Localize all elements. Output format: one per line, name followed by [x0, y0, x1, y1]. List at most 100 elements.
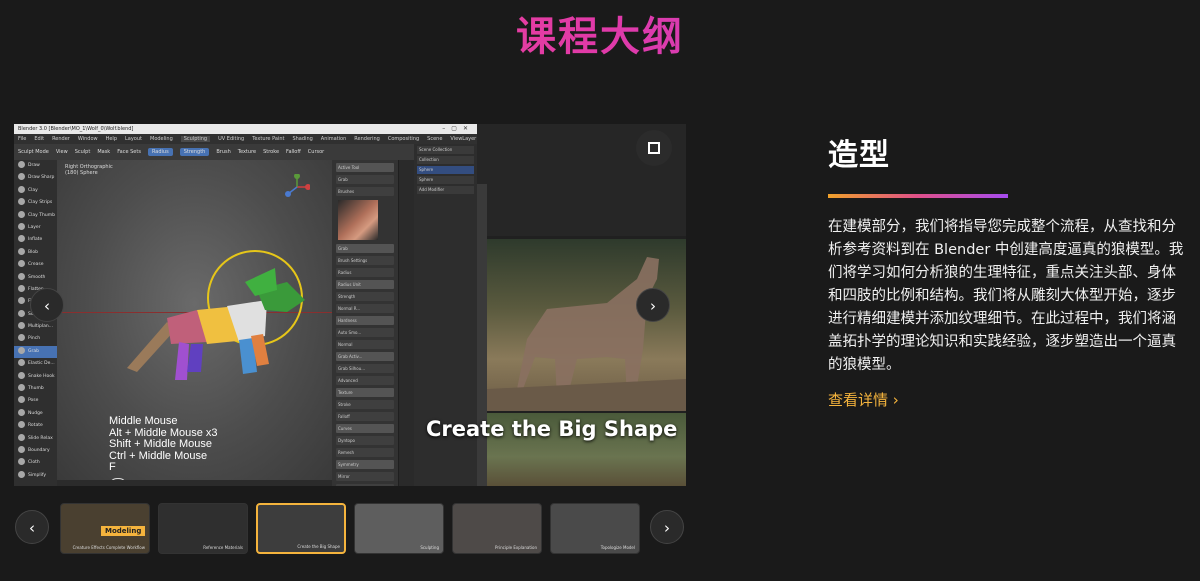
property-row[interactable]: Brush Settings [336, 256, 394, 265]
header-item[interactable]: View [56, 149, 68, 155]
header-item[interactable]: Sculpt Mode [18, 149, 49, 155]
property-row[interactable]: Advanced [336, 376, 394, 385]
brush-item[interactable]: Multiplan... [14, 321, 57, 333]
outliner-row[interactable]: Scene Collection [417, 146, 474, 154]
header-item[interactable]: Brush [216, 149, 230, 155]
menu-item[interactable]: Shading [292, 136, 312, 142]
brush-icon [18, 408, 25, 416]
header-item[interactable]: Sculpt [75, 149, 91, 155]
header-item[interactable]: Falloff [286, 149, 301, 155]
brush-item[interactable]: Clay Strips [14, 197, 57, 209]
property-row[interactable]: Auto Smo... [336, 328, 394, 337]
menu-item[interactable]: Rendering [354, 136, 380, 142]
brush-item[interactable]: Snake Hook [14, 371, 57, 383]
header-item[interactable]: Radius [147, 148, 173, 156]
brush-item[interactable]: Thumb [14, 383, 57, 395]
property-row[interactable]: Curves [336, 424, 394, 433]
property-row[interactable]: Lock [336, 484, 394, 486]
window-controls: –▢✕ [442, 125, 474, 132]
brush-item[interactable]: Cloth [14, 457, 57, 469]
property-row[interactable]: Normal [336, 340, 394, 349]
brush-item[interactable]: Clay Thumb [14, 210, 57, 222]
outliner-row[interactable]: Sphere [417, 166, 474, 174]
brush-item[interactable]: Inflate [14, 234, 57, 246]
property-row[interactable]: Grab [336, 244, 394, 253]
menu-item[interactable]: UV Editing [218, 136, 244, 142]
thumbnail[interactable]: Sculpting [354, 503, 444, 554]
brush-item[interactable]: Pose [14, 395, 57, 407]
thumbnail[interactable]: Principle Explanation [452, 503, 542, 554]
brush-item[interactable]: Boundary [14, 445, 57, 457]
brush-label: Multiplan... [28, 324, 54, 330]
brush-label: Pinch [28, 336, 41, 342]
menu-item[interactable]: Edit [34, 136, 44, 142]
menu-item[interactable]: Animation [321, 136, 347, 142]
brush-icon [18, 284, 25, 292]
menu-item[interactable]: Texture Paint [252, 136, 284, 142]
property-row[interactable]: Grab Activ... [336, 352, 394, 361]
outliner-row[interactable]: Collection [417, 156, 474, 164]
thumbnail[interactable]: Topologize Model [550, 503, 640, 554]
property-row[interactable]: Texture [336, 388, 394, 397]
brush-item[interactable]: Smooth [14, 272, 57, 284]
slide-prev-button[interactable]: ‹ [30, 288, 64, 322]
property-row[interactable]: Active Tool [336, 163, 394, 172]
outliner-row[interactable]: Add Modifier [417, 186, 474, 194]
brush-item[interactable]: Nudge [14, 408, 57, 420]
fullscreen-icon[interactable] [636, 130, 672, 166]
header-item[interactable]: Face Sets [117, 149, 141, 155]
brush-item[interactable]: Draw Sharp [14, 172, 57, 184]
brush-item[interactable]: Slide Relax [14, 433, 57, 445]
view-details-link[interactable]: 查看详情 › [828, 389, 1188, 410]
property-row[interactable]: Stroke [336, 400, 394, 409]
property-row[interactable]: Hardness [336, 316, 394, 325]
outliner-row[interactable]: Sphere [417, 176, 474, 184]
brush-item[interactable]: Layer [14, 222, 57, 234]
menu-item[interactable]: Help [106, 136, 117, 142]
property-row[interactable]: Falloff [336, 412, 394, 421]
header-item[interactable]: Mask [97, 149, 110, 155]
menu-item[interactable]: Compositing [388, 136, 419, 142]
header-item[interactable]: Texture [238, 149, 256, 155]
property-row[interactable]: Radius [336, 268, 394, 277]
brush-item[interactable]: Draw [14, 160, 57, 172]
brush-item[interactable]: Elastic De... [14, 358, 57, 370]
property-row[interactable]: Remesh [336, 448, 394, 457]
property-row[interactable]: Grab [336, 175, 394, 184]
menu-item[interactable]: Scene [427, 136, 442, 142]
thumbnail[interactable]: Reference Materials [158, 503, 248, 554]
menu-item[interactable]: File [18, 136, 26, 142]
brush-item[interactable]: Grab [14, 345, 57, 359]
brush-item[interactable]: Blob [14, 247, 57, 259]
menu-item[interactable]: Modeling [150, 136, 173, 142]
brush-item[interactable]: Pinch [14, 333, 57, 345]
property-row[interactable]: Dyntopo [336, 436, 394, 445]
brush-item[interactable]: Rotate [14, 420, 57, 432]
menu-item[interactable]: Sculpting [180, 136, 211, 142]
property-row[interactable]: Normal R... [336, 304, 394, 313]
slide-next-button[interactable]: › [636, 288, 670, 322]
property-row[interactable]: Grab Silhou... [336, 364, 394, 373]
property-row[interactable]: Brushes [336, 187, 394, 196]
property-row[interactable]: Strength [336, 292, 394, 301]
brush-item[interactable]: Crease [14, 259, 57, 271]
thumbnail-label: Reference Materials [203, 545, 243, 550]
brush-icon [18, 445, 25, 453]
header-item[interactable]: Cursor [308, 149, 324, 155]
menu-item[interactable]: Window [78, 136, 98, 142]
menu-item[interactable]: Render [52, 136, 70, 142]
property-row[interactable]: Symmetry [336, 460, 394, 469]
thumbs-next-button[interactable]: › [650, 510, 684, 544]
property-row[interactable]: Radius Unit [336, 280, 394, 289]
menu-item[interactable]: Layout [125, 136, 142, 142]
header-item[interactable]: Stroke [263, 149, 279, 155]
brush-item[interactable]: Clay [14, 185, 57, 197]
thumbs-prev-button[interactable]: ‹ [15, 510, 49, 544]
brush-item[interactable]: Simplify [14, 470, 57, 482]
thumbnail[interactable]: Modeling Creature Effects Complete Workfl… [60, 503, 150, 554]
menu-item[interactable]: ViewLayer [450, 136, 476, 142]
section-title: 造型 [828, 138, 890, 173]
thumbnail[interactable]: Create the Big Shape [256, 503, 346, 554]
header-item[interactable]: Strength [179, 148, 210, 156]
property-row[interactable]: Mirror [336, 472, 394, 481]
